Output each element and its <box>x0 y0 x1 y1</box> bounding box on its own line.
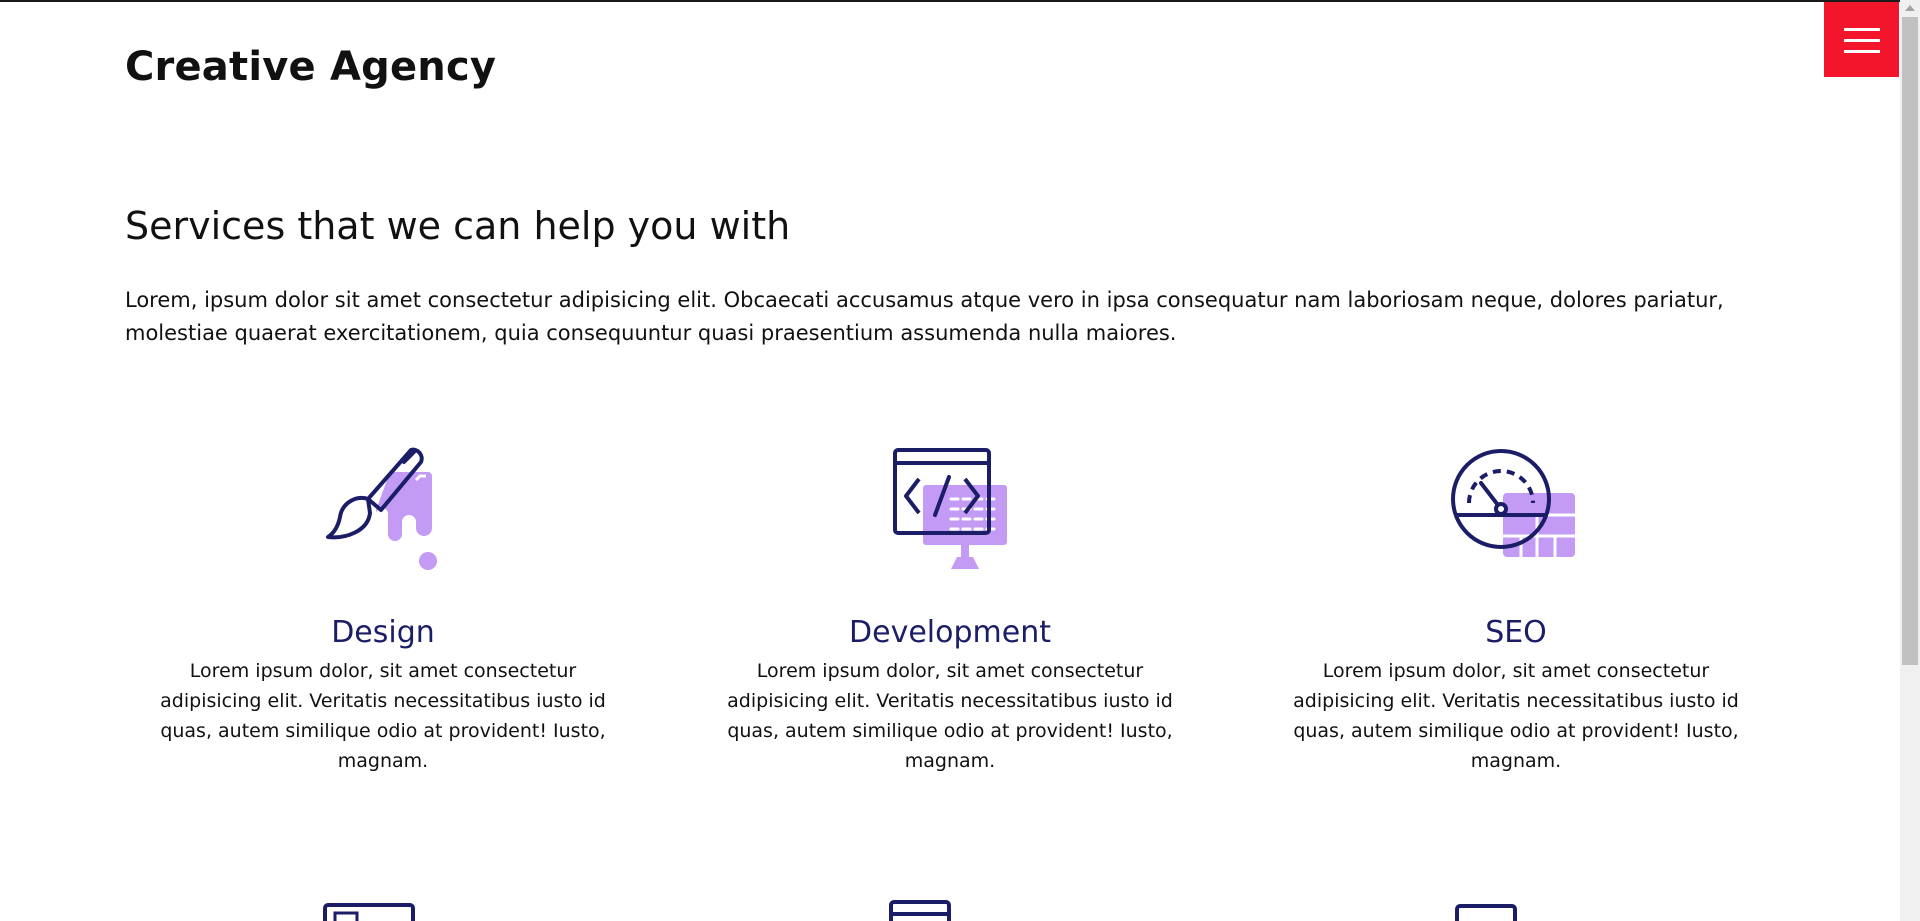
hamburger-menu-icon <box>1844 28 1880 54</box>
brand-title[interactable]: Creative Agency <box>125 44 496 90</box>
menu-button[interactable] <box>1824 2 1899 77</box>
service-description: Lorem ipsum dolor, sit amet consectetur … <box>727 660 1173 772</box>
service-description: Lorem ipsum dolor, sit amet consectetur … <box>1293 660 1739 772</box>
code-monitor-icon <box>893 448 1007 569</box>
page: Creative Agency Services that we can hel… <box>0 0 1900 921</box>
services-heading: Services that we can help you with <box>125 204 791 248</box>
service-description: Lorem ipsum dolor, sit amet consectetur … <box>160 660 606 772</box>
browser-window-icon <box>889 900 951 921</box>
image-icon <box>323 903 415 921</box>
service-title: SEO <box>1485 615 1547 650</box>
service-card-seo: SEO Lorem ipsum dolor, sit amet consecte… <box>1286 447 1746 776</box>
speedometer-icon <box>1451 449 1575 557</box>
scrollbar-thumb[interactable] <box>1902 17 1918 665</box>
service-card-development: Development Lorem ipsum dolor, sit amet … <box>720 447 1180 776</box>
vertical-scrollbar[interactable] <box>1900 0 1920 921</box>
service-card-design: Design Lorem ipsum dolor, sit amet conse… <box>153 447 613 776</box>
monitor-icon <box>1455 904 1517 921</box>
scroll-up-icon[interactable] <box>1905 5 1915 11</box>
service-title: Design <box>331 615 435 650</box>
services-intro: Lorem, ipsum dolor sit amet consectetur … <box>125 288 1724 345</box>
paint-brush-icon <box>326 447 437 570</box>
service-title: Development <box>849 615 1051 650</box>
